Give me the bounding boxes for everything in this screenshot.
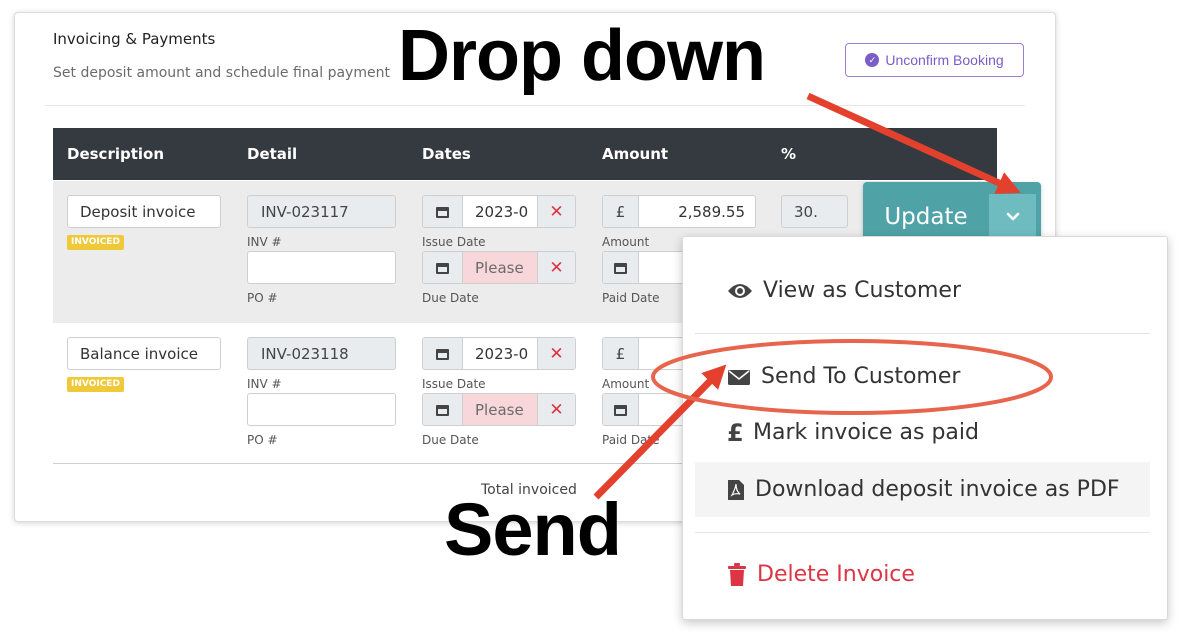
issue-date-label: Issue Date [422, 235, 486, 249]
menu-divider [695, 532, 1150, 533]
dropdown-toggle-button[interactable] [989, 194, 1036, 239]
card-title: Invoicing & Payments [53, 30, 216, 48]
due-date-label: Due Date [422, 433, 479, 447]
header-amount: Amount [602, 145, 669, 163]
inv-number-field[interactable]: INV-023117 [247, 195, 396, 228]
annotation-send: Send [444, 488, 622, 571]
clear-date-button[interactable]: ✕ [537, 394, 575, 425]
menu-item-send-to-customer[interactable]: Send To Customer [695, 349, 1150, 404]
header-percent: % [781, 145, 797, 163]
currency-prefix: £ [603, 338, 639, 369]
po-label: PO # [247, 291, 278, 305]
status-badge: INVOICED [67, 377, 124, 392]
amount-label: Amount [602, 377, 650, 391]
po-number-input[interactable] [247, 251, 396, 284]
unconfirm-booking-button[interactable]: ✓ Unconfirm Booking [845, 43, 1024, 77]
annotation-drop-down: Drop down [398, 16, 766, 96]
invoice-actions-menu: View as Customer Send To Customer £ Mark… [682, 236, 1168, 620]
inv-number-field[interactable]: INV-023118 [247, 337, 396, 370]
menu-item-view-as-customer[interactable]: View as Customer [695, 263, 1150, 318]
divider [45, 105, 1025, 106]
currency-prefix: £ [603, 196, 639, 227]
issue-date-field[interactable]: 2023-0 ✕ [422, 337, 576, 370]
due-date-input[interactable]: Please [463, 394, 537, 425]
trash-icon [728, 562, 746, 586]
calendar-button[interactable] [423, 252, 463, 283]
due-date-input[interactable]: Please [463, 252, 537, 283]
header-description: Description [67, 145, 165, 163]
issue-date-label: Issue Date [422, 377, 486, 391]
envelope-icon [728, 369, 750, 385]
close-icon: ✕ [549, 201, 564, 222]
status-badge: INVOICED [67, 235, 124, 250]
clear-date-button[interactable]: ✕ [537, 252, 575, 283]
inv-label: INV # [247, 235, 282, 249]
calendar-icon [436, 347, 449, 360]
calendar-button[interactable] [603, 252, 639, 283]
menu-divider [695, 333, 1150, 334]
menu-item-label: Download deposit invoice as PDF [755, 477, 1120, 502]
menu-item-label: View as Customer [763, 278, 961, 303]
due-date-label: Due Date [422, 291, 479, 305]
calendar-button[interactable] [603, 394, 639, 425]
calendar-icon [436, 403, 449, 416]
issue-date-input[interactable]: 2023-0 [463, 196, 537, 227]
percent-field[interactable]: 30. [781, 195, 848, 228]
amount-input[interactable]: 2,589.55 [639, 196, 755, 227]
po-number-input[interactable] [247, 393, 396, 426]
menu-item-label: Mark invoice as paid [753, 420, 979, 445]
menu-item-delete-invoice[interactable]: Delete Invoice [695, 547, 1150, 602]
amount-field[interactable]: £ 2,589.55 [602, 195, 756, 228]
due-date-field[interactable]: Please ✕ [422, 251, 576, 284]
close-icon: ✕ [549, 257, 564, 278]
menu-item-mark-paid[interactable]: £ Mark invoice as paid [695, 405, 1150, 460]
calendar-button[interactable] [423, 394, 463, 425]
clear-date-button[interactable]: ✕ [537, 338, 575, 369]
menu-item-label: Send To Customer [761, 364, 961, 389]
due-date-field[interactable]: Please ✕ [422, 393, 576, 426]
chevron-down-icon [1006, 212, 1019, 220]
inv-label: INV # [247, 377, 282, 391]
header-detail: Detail [247, 145, 298, 163]
calendar-icon [614, 403, 627, 416]
header-dates: Dates [422, 145, 471, 163]
clear-date-button[interactable]: ✕ [537, 196, 575, 227]
calendar-button[interactable] [423, 338, 463, 369]
close-icon: ✕ [549, 399, 564, 420]
calendar-icon [614, 261, 627, 274]
close-icon: ✕ [549, 343, 564, 364]
card-subtitle: Set deposit amount and schedule final pa… [53, 65, 390, 81]
calendar-icon [436, 261, 449, 274]
pdf-file-icon [728, 479, 744, 500]
pound-icon: £ [727, 418, 744, 447]
menu-item-download-pdf[interactable]: Download deposit invoice as PDF [695, 462, 1150, 517]
calendar-icon [436, 205, 449, 218]
amount-label: Amount [602, 235, 650, 249]
calendar-button[interactable] [423, 196, 463, 227]
menu-item-label: Delete Invoice [757, 562, 915, 587]
description-input[interactable]: Deposit invoice [67, 195, 221, 228]
paid-date-label: Paid Date [602, 291, 660, 305]
eye-icon [728, 283, 752, 298]
unconfirm-booking-label: Unconfirm Booking [885, 52, 1004, 68]
po-label: PO # [247, 433, 278, 447]
issue-date-field[interactable]: 2023-0 ✕ [422, 195, 576, 228]
table-header: Description Detail Dates Amount % [53, 128, 997, 180]
description-input[interactable]: Balance invoice [67, 337, 221, 370]
check-circle-icon: ✓ [865, 53, 880, 67]
issue-date-input[interactable]: 2023-0 [463, 338, 537, 369]
paid-date-label: Paid Date [602, 433, 660, 447]
